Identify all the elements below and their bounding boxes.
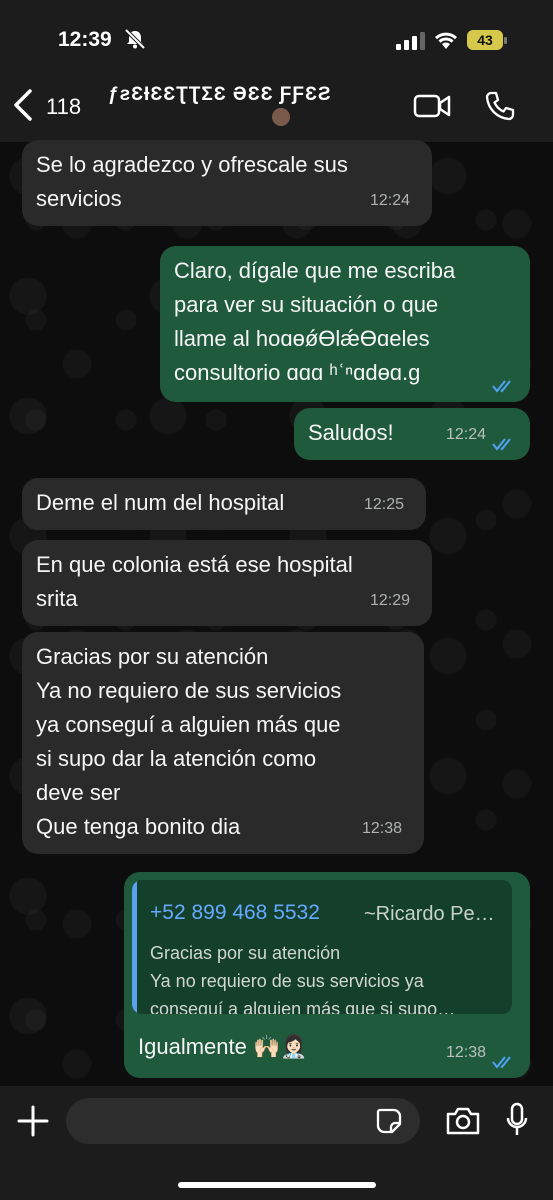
quoted-line: conseguí a alguien más que si supo… — [150, 999, 456, 1014]
message-time: 12:29 — [369, 592, 410, 609]
message-text: Claro, dígale que me escriba para ver su… — [174, 258, 456, 385]
status-bar: 12:39 43 — [0, 0, 553, 72]
message-time: 12:24 — [445, 426, 486, 443]
quoted-name: ~Ricardo Pe… — [364, 903, 495, 925]
mic-icon[interactable] — [505, 1102, 529, 1138]
double-check-icon — [492, 1056, 511, 1069]
battery-level: 43 — [477, 32, 493, 48]
battery-indicator: 43 — [467, 30, 509, 52]
contact-name[interactable]: ƒƨƐƗƐƐƮƮƩƐ ƏƐƐ ƑƑƐƧ — [108, 84, 332, 106]
video-call-icon[interactable] — [413, 92, 451, 120]
double-check-icon — [492, 438, 511, 451]
chat-header: 118 ƒƨƐƗƐƐƮƮƩƐ ƏƐƐ ƑƑƐƧ — [0, 72, 553, 142]
message-bubble-outgoing[interactable]: Saludos! 12:24 — [294, 408, 530, 460]
message-text: Deme el num del hospital — [36, 490, 285, 515]
message-bubble-incoming[interactable]: Gracias por su atención Ya no requiero d… — [22, 632, 424, 854]
signal-icon — [396, 32, 425, 50]
quoted-phone: +52 899 468 5532 — [150, 901, 320, 924]
composer-bar — [0, 1086, 553, 1200]
message-time: 12:38 — [361, 820, 402, 837]
sticker-icon[interactable] — [376, 1108, 402, 1134]
message-time: 12:24 — [369, 192, 410, 209]
back-chevron-icon[interactable] — [12, 88, 34, 122]
avatar[interactable] — [272, 108, 290, 126]
message-text: Gracias por su atención Ya no requiero d… — [36, 644, 342, 839]
phone-call-icon[interactable] — [484, 90, 516, 122]
plus-icon[interactable] — [16, 1104, 50, 1138]
message-time: 12:38 — [445, 1044, 486, 1061]
message-input[interactable] — [66, 1098, 420, 1144]
home-indicator — [178, 1182, 376, 1188]
message-bubble-incoming[interactable]: En que colonia está ese hospital srita 1… — [22, 540, 432, 626]
wifi-icon — [435, 32, 457, 49]
bell-off-icon — [124, 28, 146, 50]
quote-bar — [132, 880, 137, 1014]
unread-count[interactable]: 118 — [46, 94, 81, 120]
message-text: Se lo agradezco y ofrescale sus servicio… — [36, 152, 348, 211]
quoted-message[interactable]: +52 899 468 5532 ~Ricardo Pe… Gracias po… — [132, 880, 512, 1014]
message-time: 12:25 — [363, 496, 404, 513]
message-bubble-reply[interactable]: +52 899 468 5532 ~Ricardo Pe… Gracias po… — [124, 872, 530, 1078]
message-text: Igualmente 🙌🏻👩🏻‍⚕️ — [138, 1034, 308, 1059]
double-check-icon — [492, 380, 511, 393]
status-time: 12:39 — [58, 28, 112, 51]
message-bubble-incoming[interactable]: Se lo agradezco y ofrescale sus servicio… — [22, 140, 432, 226]
camera-icon[interactable] — [445, 1106, 481, 1136]
message-bubble-outgoing[interactable]: Claro, dígale que me escriba para ver su… — [160, 246, 530, 402]
message-text: En que colonia está ese hospital srita — [36, 552, 353, 611]
message-bubble-incoming[interactable]: Deme el num del hospital 12:25 — [22, 478, 426, 530]
